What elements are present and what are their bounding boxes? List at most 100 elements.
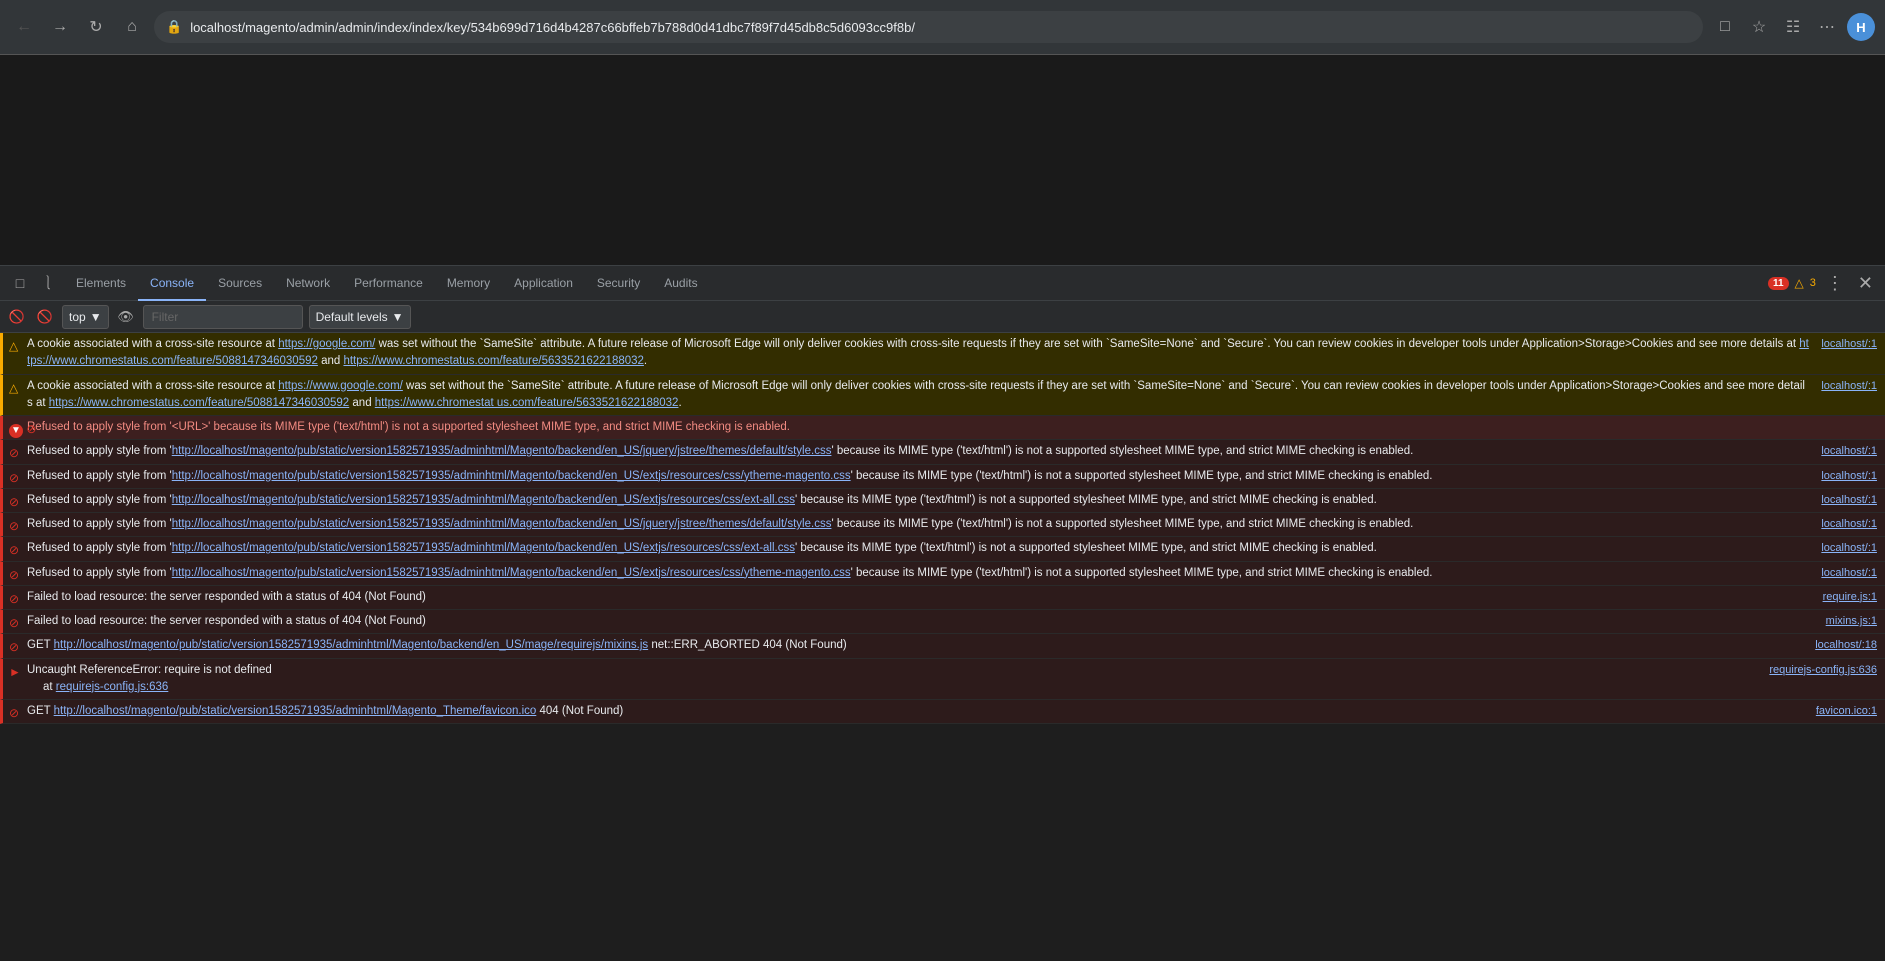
console-msg-content-e2: Refused to apply style from 'http://loca… bbox=[27, 468, 1809, 485]
tab-console[interactable]: Console bbox=[138, 266, 206, 301]
inspect-element-button[interactable]: □ bbox=[8, 271, 32, 295]
console-message-error-11: ⊘ GET http://localhost/magento/pub/stati… bbox=[0, 700, 1885, 724]
error-icon-3: ⊘ bbox=[9, 493, 19, 511]
console-msg-content-e6: Refused to apply style from 'http://loca… bbox=[27, 565, 1809, 582]
source-e1[interactable]: localhost/:1 bbox=[1821, 443, 1877, 460]
reload-button[interactable]: ↻ bbox=[82, 13, 110, 41]
console-msg-content-e8: Failed to load resource: the server resp… bbox=[27, 613, 1814, 630]
collections-icon[interactable]: ☷ bbox=[1779, 13, 1807, 41]
error-icon-highlight: ▼ ⊘ bbox=[9, 420, 36, 438]
link-requirejs-config[interactable]: requirejs-config.js:636 bbox=[56, 681, 169, 693]
console-message-error-2: ⊘ Refused to apply style from 'http://lo… bbox=[0, 465, 1885, 489]
favorites-icon[interactable]: ☆ bbox=[1745, 13, 1773, 41]
console-msg-content-e10: Uncaught ReferenceError: require is not … bbox=[27, 662, 1757, 697]
tab-audits[interactable]: Audits bbox=[652, 266, 709, 301]
console-message-error-8: ⊘ Failed to load resource: the server re… bbox=[0, 610, 1885, 634]
address-bar[interactable]: 🔒 localhost/magento/admin/admin/index/in… bbox=[154, 11, 1703, 43]
link-mixins[interactable]: http://localhost/magento/pub/static/vers… bbox=[54, 639, 649, 651]
link-style-3[interactable]: http://localhost/magento/pub/static/vers… bbox=[172, 494, 795, 506]
console-msg-content-e7: Failed to load resource: the server resp… bbox=[27, 589, 1811, 606]
console-filter-button[interactable]: 🚫 bbox=[34, 306, 56, 328]
console-message-warn-2: △ A cookie associated with a cross-site … bbox=[0, 375, 1885, 417]
close-devtools-button[interactable]: ✕ bbox=[1854, 273, 1877, 294]
console-message-error-3: ⊘ Refused to apply style from 'http://lo… bbox=[0, 489, 1885, 513]
console-msg-content-e4: Refused to apply style from 'http://loca… bbox=[27, 516, 1809, 533]
warn-icon: △ bbox=[1795, 276, 1804, 290]
link-style-5[interactable]: http://localhost/magento/pub/static/vers… bbox=[172, 542, 795, 554]
context-selector[interactable]: top ▼ bbox=[62, 305, 109, 329]
link-style-6[interactable]: http://localhost/magento/pub/static/vers… bbox=[172, 567, 851, 579]
level-arrow: ▼ bbox=[392, 310, 404, 324]
link-favicon[interactable]: http://localhost/magento/pub/static/vers… bbox=[54, 705, 537, 717]
browser-toolbar-right: □ ☆ ☷ ⋯ H bbox=[1711, 13, 1875, 41]
source-e6[interactable]: localhost/:1 bbox=[1821, 565, 1877, 582]
device-toolbar-button[interactable]: ⎱ bbox=[36, 271, 60, 295]
source-e11[interactable]: favicon.ico:1 bbox=[1816, 703, 1877, 720]
error-icon-6: ⊘ bbox=[9, 566, 19, 584]
source-e9[interactable]: localhost/:18 bbox=[1815, 637, 1877, 654]
source-e7[interactable]: require.js:1 bbox=[1823, 589, 1877, 606]
console-message-error-7: ⊘ Failed to load resource: the server re… bbox=[0, 586, 1885, 610]
console-msg-content-highlight: Refused to apply style from '<URL>' beca… bbox=[27, 419, 1877, 436]
link-google-1[interactable]: https://google.com/ bbox=[278, 338, 375, 350]
error-icon-2: ⊘ bbox=[9, 469, 19, 487]
tab-performance[interactable]: Performance bbox=[342, 266, 435, 301]
console-clear-button[interactable]: 🚫 bbox=[6, 306, 28, 328]
console-output[interactable]: △ A cookie associated with a cross-site … bbox=[0, 333, 1885, 961]
console-msg-content-2: A cookie associated with a cross-site re… bbox=[27, 378, 1877, 413]
eye-button[interactable]: 👁 bbox=[115, 306, 137, 328]
source-e5[interactable]: localhost/:1 bbox=[1821, 540, 1877, 557]
link-style-2[interactable]: http://localhost/magento/pub/static/vers… bbox=[172, 470, 851, 482]
warn-icon-1: △ bbox=[9, 337, 18, 355]
link-chromestatus-1b[interactable]: https://www.chromestatus.com/feature/563… bbox=[343, 355, 643, 367]
tab-network[interactable]: Network bbox=[274, 266, 342, 301]
source-e3[interactable]: localhost/:1 bbox=[1821, 492, 1877, 509]
tab-sources[interactable]: Sources bbox=[206, 266, 274, 301]
source-e4[interactable]: localhost/:1 bbox=[1821, 516, 1877, 533]
context-value: top bbox=[69, 310, 86, 324]
profile-avatar[interactable]: H bbox=[1847, 13, 1875, 41]
back-button[interactable]: ← bbox=[10, 13, 38, 41]
source-e8[interactable]: mixins.js:1 bbox=[1826, 613, 1877, 630]
filter-input[interactable] bbox=[143, 305, 303, 329]
extensions-icon[interactable]: □ bbox=[1711, 13, 1739, 41]
tab-security[interactable]: Security bbox=[585, 266, 652, 301]
error-count-badge: 11 bbox=[1768, 277, 1789, 290]
link-google-2[interactable]: https://www.google.com/ bbox=[278, 380, 403, 392]
forward-button[interactable]: → bbox=[46, 13, 74, 41]
error-icon-9: ⊘ bbox=[9, 638, 19, 656]
error-icon-7: ⊘ bbox=[9, 590, 19, 608]
browser-chrome: ← → ↻ ⌂ 🔒 localhost/magento/admin/admin/… bbox=[0, 0, 1885, 55]
link-style-4[interactable]: http://localhost/magento/pub/static/vers… bbox=[172, 518, 832, 530]
console-message-error-10: ► Uncaught ReferenceError: require is no… bbox=[0, 659, 1885, 701]
warn-count-badge: 3 bbox=[1810, 277, 1816, 289]
source-2[interactable]: localhost/:1 bbox=[1821, 378, 1877, 395]
error-icon-1: ⊘ bbox=[9, 444, 19, 462]
console-msg-content-1: A cookie associated with a cross-site re… bbox=[27, 336, 1877, 371]
warn-icon-2: △ bbox=[9, 379, 18, 397]
link-style-1[interactable]: http://localhost/magento/pub/static/vers… bbox=[172, 445, 832, 457]
console-toolbar: 🚫 🚫 top ▼ 👁 Default levels ▼ bbox=[0, 301, 1885, 333]
console-msg-content-e11: GET http://localhost/magento/pub/static/… bbox=[27, 703, 1804, 720]
tab-memory[interactable]: Memory bbox=[435, 266, 502, 301]
error-icon-5: ⊘ bbox=[9, 541, 19, 559]
devtools-left-icons: □ ⎱ bbox=[8, 271, 60, 295]
error-icon-8: ⊘ bbox=[9, 614, 19, 632]
console-msg-content-e9: GET http://localhost/magento/pub/static/… bbox=[27, 637, 1803, 654]
tab-application[interactable]: Application bbox=[502, 266, 585, 301]
console-message-error-6: ⊘ Refused to apply style from 'http://lo… bbox=[0, 562, 1885, 586]
tab-elements[interactable]: Elements bbox=[64, 266, 138, 301]
home-button[interactable]: ⌂ bbox=[118, 13, 146, 41]
source-e10[interactable]: requirejs-config.js:636 bbox=[1769, 662, 1877, 679]
link-chromestatus-2b[interactable]: https://www.chromestat us.com/feature/56… bbox=[375, 397, 679, 409]
source-e2[interactable]: localhost/:1 bbox=[1821, 468, 1877, 485]
devtools-right-controls: 11 △ 3 ⋮ ✕ bbox=[1768, 273, 1877, 294]
level-selector[interactable]: Default levels ▼ bbox=[309, 305, 411, 329]
error-icon-4: ⊘ bbox=[9, 517, 19, 535]
settings-icon[interactable]: ⋯ bbox=[1813, 13, 1841, 41]
error-icon-10: ► bbox=[9, 663, 21, 681]
source-1[interactable]: localhost/:1 bbox=[1821, 336, 1877, 353]
console-msg-content-e5: Refused to apply style from 'http://loca… bbox=[27, 540, 1809, 557]
link-chromestatus-2a[interactable]: https://www.chromestatus.com/feature/508… bbox=[49, 397, 349, 409]
more-options-button[interactable]: ⋮ bbox=[1822, 273, 1848, 294]
